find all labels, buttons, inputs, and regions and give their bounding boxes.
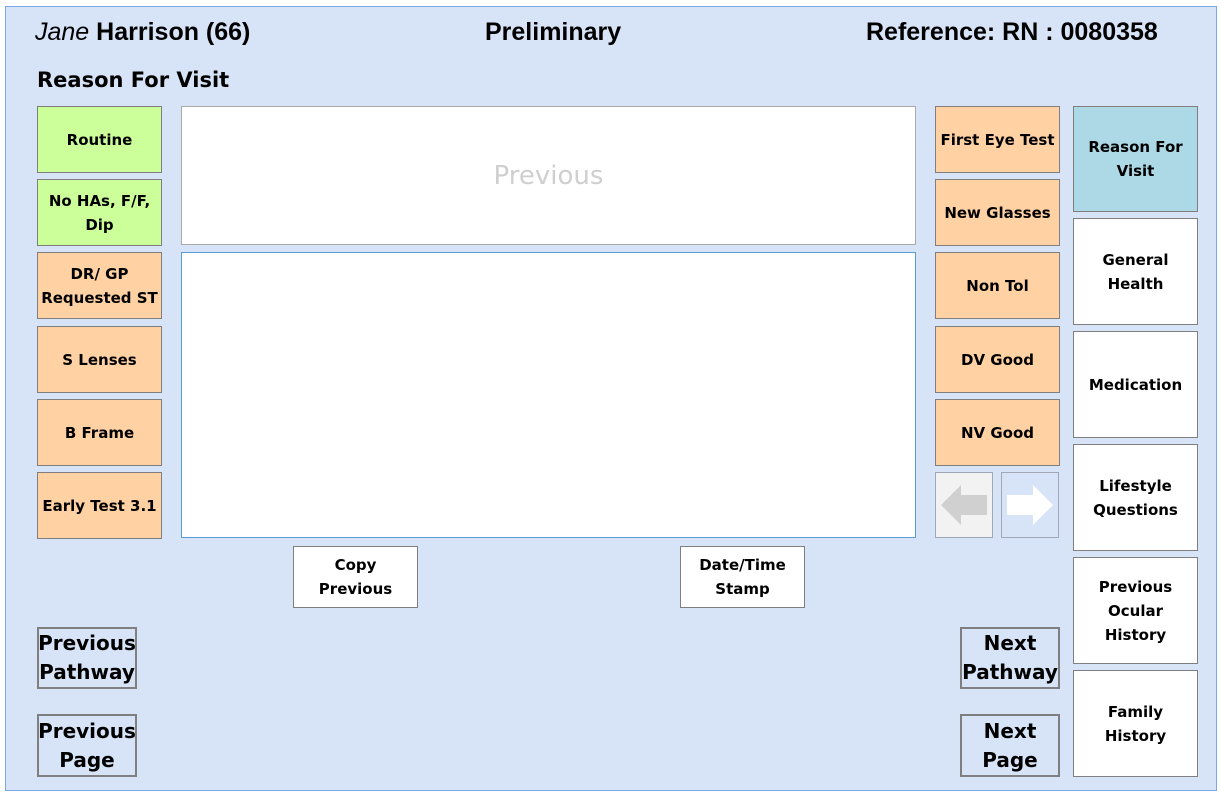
quick-button-non-tol[interactable]: Non Tol [935, 252, 1060, 319]
quick-button-dv-good[interactable]: DV Good [935, 326, 1060, 393]
quick-button-routine[interactable]: Routine [37, 106, 162, 173]
patient-first-name: Jane [35, 18, 90, 46]
quick-button-no-has[interactable]: No HAs, F/F, Dip [37, 179, 162, 246]
next-pathway-button[interactable]: Next Pathway [960, 627, 1060, 689]
quick-button-nv-good[interactable]: NV Good [935, 399, 1060, 466]
previous-placeholder: Previous [493, 160, 604, 191]
reference-number: Reference: RN : 0080358 [866, 18, 1158, 46]
section-title: Reason For Visit [37, 68, 230, 92]
quick-button-b-frame[interactable]: B Frame [37, 399, 162, 466]
arrow-left-icon [941, 485, 987, 525]
previous-notes-box[interactable]: Previous [181, 106, 916, 245]
quick-button-early-test[interactable]: Early Test 3.1 [37, 472, 162, 539]
status-label: Preliminary [485, 18, 622, 46]
arrow-right-icon [1007, 485, 1053, 525]
tab-lifestyle-questions[interactable]: Lifestyle Questions [1073, 444, 1198, 551]
quick-button-s-lenses[interactable]: S Lenses [37, 326, 162, 393]
notes-input[interactable] [181, 252, 916, 538]
date-time-stamp-button[interactable]: Date/Time Stamp [680, 546, 805, 608]
patient-last-name-age: Harrison (66) [96, 18, 251, 46]
patient-name: Jane Harrison (66) [35, 18, 250, 47]
tab-family-history[interactable]: Family History [1073, 670, 1198, 777]
tab-general-health[interactable]: General Health [1073, 218, 1198, 325]
previous-pathway-button[interactable]: Previous Pathway [37, 627, 137, 689]
next-button-page-arrow[interactable] [1001, 472, 1059, 538]
tab-reason-for-visit[interactable]: Reason For Visit [1073, 106, 1198, 212]
next-page-button[interactable]: Next Page [960, 714, 1060, 777]
tab-medication[interactable]: Medication [1073, 331, 1198, 438]
quick-button-first-eye-test[interactable]: First Eye Test [935, 106, 1060, 173]
copy-previous-button[interactable]: Copy Previous [293, 546, 418, 608]
prev-button-page-arrow[interactable] [935, 472, 993, 538]
quick-button-dr-gp-requested[interactable]: DR/ GP Requested ST [37, 252, 162, 319]
tab-previous-ocular-history[interactable]: Previous Ocular History [1073, 557, 1198, 664]
previous-page-button[interactable]: Previous Page [37, 714, 137, 777]
quick-button-new-glasses[interactable]: New Glasses [935, 179, 1060, 246]
